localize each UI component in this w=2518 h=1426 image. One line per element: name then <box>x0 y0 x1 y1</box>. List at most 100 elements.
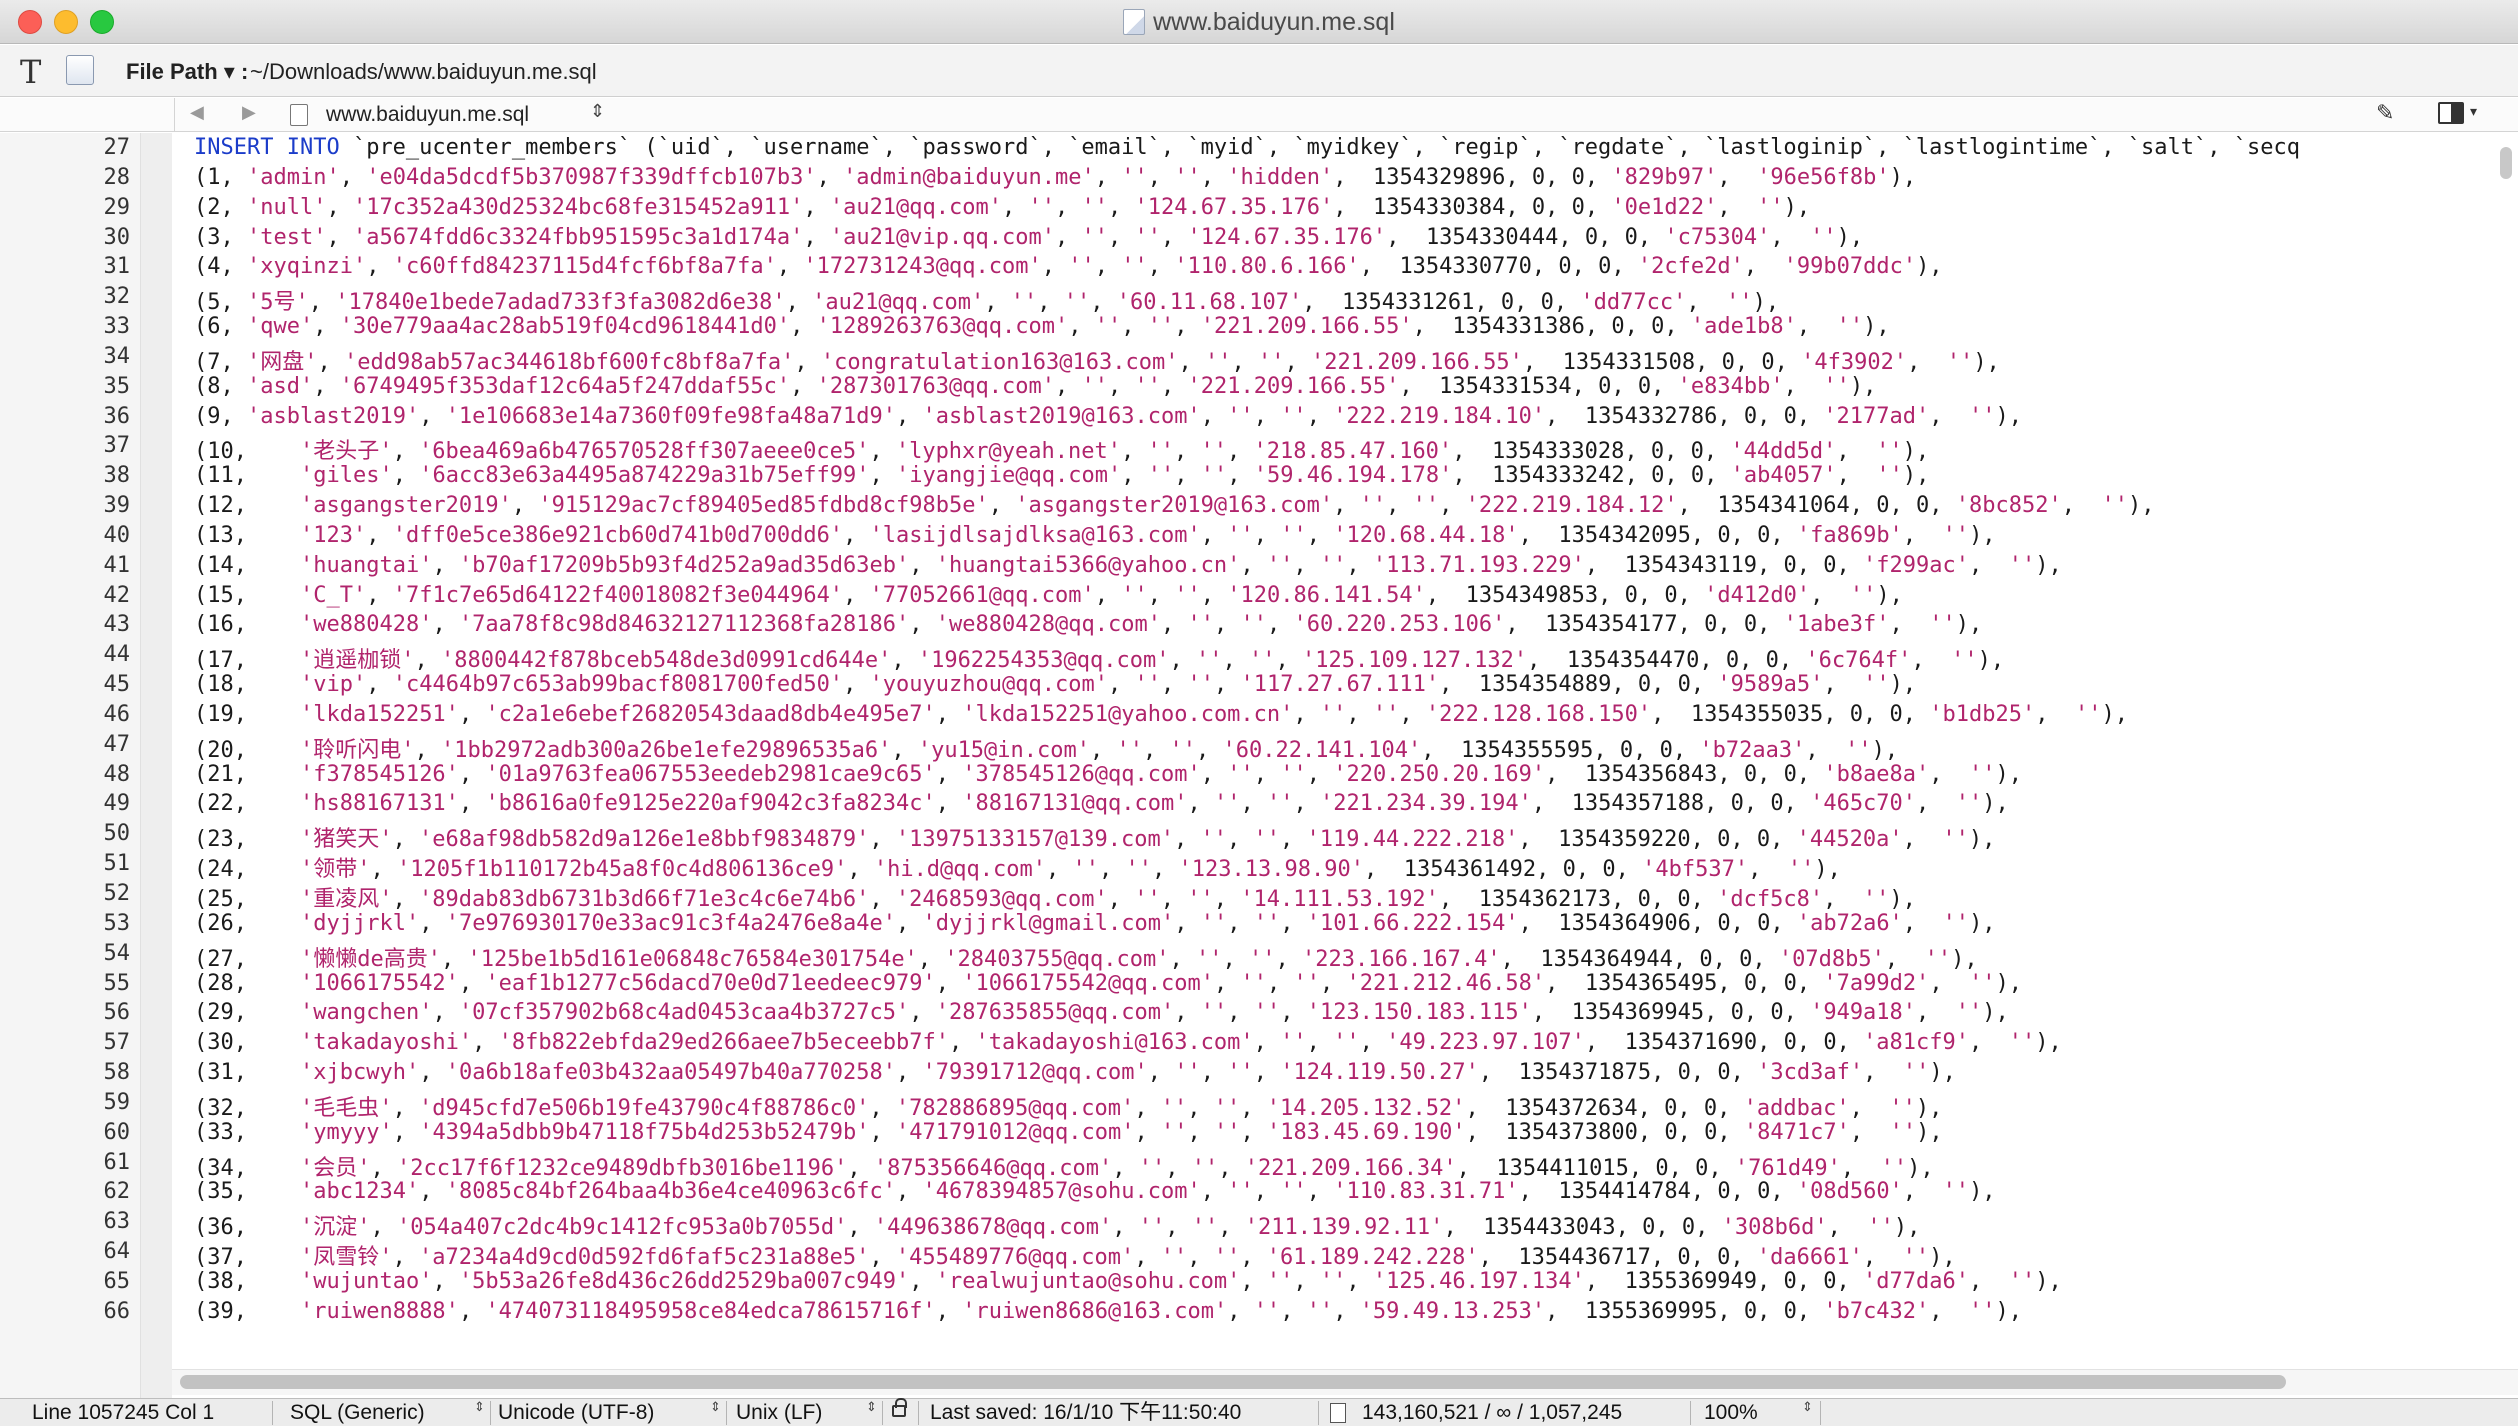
code-line[interactable]: (30, 'takadayoshi', '8fb822ebfda29ed266a… <box>194 1030 2062 1055</box>
code-line[interactable]: (21, 'f378545126', '01a9763fea067553eede… <box>194 762 2022 787</box>
code-line[interactable]: (14, 'huangtai', 'b70af17209b5b93f4d252a… <box>194 553 2062 578</box>
pen-icon[interactable]: ✎ <box>2376 100 2394 126</box>
line-endings-chevron-icon[interactable]: ⇕ <box>866 1399 877 1415</box>
code-line[interactable]: (5, '5号', '17840e1bede7adad733f3fa3082d6… <box>194 284 1779 316</box>
code-line[interactable]: (37, '凤雪铃', 'a7234a4d9cd0d592fd6faf5c231… <box>194 1239 1956 1271</box>
code-line[interactable]: (22, 'hs88167131', 'b8616a0fe9125e220af9… <box>194 791 2009 816</box>
code-line[interactable]: (24, '领带', '1205f1b110172b45a8f0c4d80613… <box>194 851 1841 883</box>
row-regip: '49.223.97.107' <box>1386 1030 1585 1056</box>
code-line[interactable]: (32, '毛毛虫', 'd945cfd7e506b19fe43790c4f88… <box>194 1090 1942 1122</box>
vertical-scrollbar[interactable] <box>2500 147 2512 179</box>
line-number: 65 <box>103 1268 131 1294</box>
file-path-label[interactable]: File Path ▾ : <box>126 59 248 85</box>
code-line[interactable]: (7, '网盘', 'edd98ab57ac344618bf600fc8bf8a… <box>194 344 2000 376</box>
row-lastloginip: 0 <box>1531 194 1546 220</box>
row-uid: 34 <box>207 1155 234 1181</box>
code-line[interactable]: (6, 'qwe', '30e779aa4ac28ab519f04cd96184… <box>194 314 1890 339</box>
row-lastlogintime: 0 <box>1823 1268 1837 1294</box>
code-line[interactable]: (26, 'dyjjrkl', '7e976930170e33ac91c3f4a… <box>194 911 1996 936</box>
script-icon[interactable] <box>66 55 94 85</box>
code-line[interactable]: (11, 'giles', '6acc83e63a4495a874229a31b… <box>194 463 1929 488</box>
code-line[interactable]: (36, '沉淀', '054a407c2dc4b9c1412fc953a0b7… <box>194 1209 1920 1241</box>
code-line[interactable]: (23, '猪笑天', 'e68af98db582d9a126e1e8bbf98… <box>194 821 1995 853</box>
code-line[interactable]: (27, '懒懒de高贵', '125be1b5d161e06848c76584… <box>194 941 1978 973</box>
line-number: 60 <box>103 1119 131 1145</box>
code-line[interactable]: (34, '会员', '2cc17f6f1232ce9489dbfb3016be… <box>194 1150 1934 1182</box>
line-number: 30 <box>103 224 131 250</box>
cursor-position[interactable]: Line 1057245 Col 1 <box>32 1399 214 1426</box>
syntax-mode-menu[interactable]: SQL (Generic) <box>290 1399 425 1426</box>
row-password-hash: '915129ac7cf89405ed85fdbd8cf98b5e' <box>538 493 989 519</box>
code-line[interactable]: (8, 'asd', '6749495f353daf12c64a5f247dda… <box>194 374 1876 399</box>
row-lastlogintime: 0 <box>1571 164 1585 190</box>
row-regip: '222.219.184.10' <box>1333 403 1546 429</box>
row-regdate: 1354331386 <box>1452 314 1585 340</box>
row-regip: '220.250.20.169' <box>1333 761 1546 787</box>
file-selector-chevron-icon[interactable]: ⇕ <box>590 101 605 122</box>
code-line[interactable]: (20, '聆听闪电', '1bb2972adb300a26be1efe2989… <box>194 732 1898 764</box>
encoding-chevron-icon[interactable]: ⇕ <box>710 1399 721 1415</box>
text-tool-icon[interactable]: T <box>20 53 41 91</box>
zoom-chevron-icon[interactable]: ⇕ <box>1802 1399 1813 1415</box>
row-lastloginip: 0 <box>1876 493 1890 519</box>
encoding-menu[interactable]: Unicode (UTF-8) <box>498 1399 654 1426</box>
code-line[interactable]: INSERT INTO `pre_ucenter_members` (`uid`… <box>194 135 2300 160</box>
code-line[interactable]: (35, 'abc1234', '8085c84bf264baa4b36e4ce… <box>194 1179 1996 1204</box>
split-view-icon[interactable] <box>2438 102 2464 124</box>
code-line[interactable]: (29, 'wangchen', '07cf357902b68c4ad0453c… <box>194 1000 2009 1025</box>
row-salt: 'ab72a6' <box>1796 910 1903 936</box>
title-bar: www.baiduyun.me.sql <box>0 0 2518 44</box>
row-regdate: 1354331261 <box>1341 290 1475 316</box>
line-endings-menu[interactable]: Unix (LF) <box>736 1399 822 1426</box>
code-line[interactable]: (25, '重凌风', '89dab83db6731b3d66f71e3c4c6… <box>194 881 1916 913</box>
code-line[interactable]: (9, 'asblast2019', '1e106683e14a7360f09f… <box>194 404 2022 429</box>
code-line[interactable]: (31, 'xjbcwyh', '0a6b18afe03b432aa05497b… <box>194 1060 1956 1085</box>
row-uid: 18 <box>207 672 234 698</box>
row-regdate: 1354436717 <box>1518 1245 1651 1271</box>
code-line[interactable]: (10, '老头子', '6bea469a6b476570528ff307aee… <box>194 433 1929 465</box>
row-email: '88167131@qq.com' <box>962 791 1188 817</box>
row-regdate: 1354362173 <box>1478 887 1612 912</box>
code-line[interactable]: (1, 'admin', 'e04da5dcdf5b370987f339dffc… <box>194 165 1916 190</box>
row-regip: '218.85.47.160' <box>1253 439 1453 465</box>
code-line[interactable]: (3, 'test', 'a5674fdd6c3324fbb951595c3a1… <box>194 225 1863 250</box>
line-number: 27 <box>103 135 131 160</box>
row-lastlogintime: 0 <box>1756 827 1771 853</box>
code-line[interactable]: (18, 'vip', 'c4464b97c653ab99bacf8081700… <box>194 672 1916 697</box>
code-line[interactable]: (13, '123', 'dff0e5ce386e921cb60d741b0d7… <box>194 523 1996 548</box>
line-number: 54 <box>103 940 131 966</box>
code-line[interactable]: (38, 'wujuntao', '5b53a26fe8d436c26dd252… <box>194 1269 2062 1294</box>
row-myid: '' <box>1195 946 1223 972</box>
row-lastloginip: 0 <box>1730 1000 1744 1026</box>
code-line[interactable]: (12, 'asgangster2019', '915129ac7cf89405… <box>194 493 2154 518</box>
split-view-chevron-icon[interactable]: ▾ <box>2470 103 2477 120</box>
row-username: 'null' <box>247 194 327 220</box>
code-line[interactable]: (39, 'ruiwen8888', '474073118495958ce84e… <box>194 1299 2022 1324</box>
navbar-divider <box>174 98 175 132</box>
row-email: 'au21@vip.qq.com' <box>829 224 1055 250</box>
back-arrow-icon[interactable]: ◀ <box>190 102 204 123</box>
code-line[interactable]: (19, 'lkda152251', 'c2a1e6ebef26820543da… <box>194 702 2128 727</box>
code-line[interactable]: (2, 'null', '17c352a430d25324bc68fe31545… <box>194 195 1810 220</box>
file-selector[interactable]: www.baiduyun.me.sql <box>326 103 529 127</box>
lock-icon[interactable] <box>892 1398 907 1417</box>
row-myid: '' <box>1138 1215 1166 1241</box>
horizontal-scrollbar[interactable] <box>180 1375 2286 1389</box>
syntax-chevron-icon[interactable]: ⇕ <box>474 1399 485 1415</box>
row-myidkey: '' <box>1280 522 1307 548</box>
code-line[interactable]: (28, '1066175542', 'eaf1b1277c56dacd70e0… <box>194 971 2022 996</box>
code-line[interactable]: (4, 'xyqinzi', 'c60ffd84237115d4fcf6bf8a… <box>194 254 1943 279</box>
row-username: 'wujuntao' <box>299 1268 433 1294</box>
code-line[interactable]: (17, '逍遥枷锁', '8800442f878bceb548de3d0991… <box>194 642 2004 674</box>
forward-arrow-icon[interactable]: ▶ <box>242 102 256 123</box>
status-divider <box>272 1401 273 1425</box>
code-editor[interactable]: 27 28 29 30 31 32 33 34 35 36 37 38 39 40 41 42 43 44 45 46… <box>0 133 2518 1398</box>
row-myidkey: '' <box>1280 1179 1307 1205</box>
zoom-menu[interactable]: 100% <box>1704 1399 1758 1426</box>
code-line[interactable]: (33, 'ymyyy', '4394a5dbb9b47118f75b4d253… <box>194 1120 1943 1145</box>
code-line[interactable]: (15, 'C_T', '7f1c7e65d64122f40018082f3e0… <box>194 583 1903 608</box>
code-line[interactable]: (16, 'we880428', '7aa78f8c98d84632127112… <box>194 612 1982 637</box>
row-lastlogintime: 0 <box>1571 194 1585 220</box>
document-proxy-icon[interactable] <box>1123 9 1146 35</box>
row-uid: 28 <box>207 970 234 996</box>
